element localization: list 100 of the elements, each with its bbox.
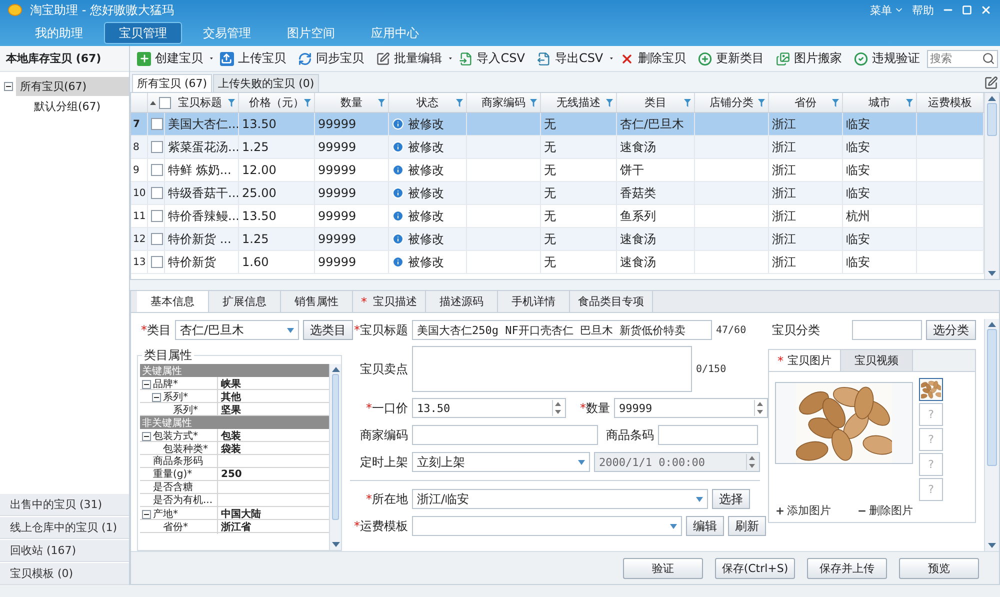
footer-button[interactable]: 保存并上传 xyxy=(807,558,887,578)
collapse-icon[interactable] xyxy=(142,432,151,440)
edit-icon[interactable] xyxy=(984,76,998,90)
close-icon[interactable] xyxy=(980,4,992,16)
column-header[interactable]: 状态 xyxy=(416,95,438,110)
scroll-thumb[interactable] xyxy=(332,374,340,520)
sort-icon[interactable] xyxy=(150,100,156,104)
filter-icon[interactable] xyxy=(684,98,691,106)
scroll-up-icon[interactable] xyxy=(988,321,996,327)
search-icon[interactable] xyxy=(982,52,996,65)
spinner-icon[interactable] xyxy=(747,454,757,470)
detail-tab[interactable]: 手机详情 xyxy=(498,291,570,312)
toolbar-button[interactable]: 创建宝贝 xyxy=(132,48,208,70)
checkbox[interactable] xyxy=(151,256,163,268)
checkbox[interactable] xyxy=(151,187,163,199)
category-dropdown[interactable]: 杏仁/巴旦木 xyxy=(175,320,299,340)
sidebar-item[interactable]: 回收站 (167) xyxy=(0,539,129,562)
detail-tab[interactable]: 销售属性 xyxy=(281,291,353,312)
collapse-icon[interactable] xyxy=(152,392,161,402)
price-field[interactable]: 13.50 xyxy=(413,402,552,414)
column-header[interactable]: 类目 xyxy=(644,95,666,110)
choose-button[interactable]: 选择 xyxy=(712,489,750,509)
tree-item[interactable]: 默认分组(67) xyxy=(30,96,129,116)
toolbar-button[interactable]: 违规验证 xyxy=(849,48,926,70)
filter-icon[interactable] xyxy=(530,98,537,106)
scrollbar[interactable] xyxy=(984,93,999,279)
scroll-up-icon[interactable] xyxy=(332,366,340,372)
toolbar-button[interactable]: 删除宝贝 xyxy=(615,48,692,70)
column-header[interactable]: 店铺分类 xyxy=(710,95,754,110)
column-header[interactable]: 宝贝标题 xyxy=(178,95,222,110)
merchant-code-field[interactable] xyxy=(412,425,598,445)
filter-icon[interactable] xyxy=(606,98,613,106)
search-field[interactable]: 搜索 xyxy=(930,52,982,65)
table-row[interactable]: 10 特级香菇干... 25.00 99999 被修改 无 香菇类 浙江 临安 xyxy=(131,182,984,205)
search-box[interactable]: 搜索 xyxy=(927,50,998,68)
datetime-spinner[interactable]: 2000/1/1 0:00:00 xyxy=(594,452,760,472)
barcode-field[interactable] xyxy=(658,425,758,445)
column-header[interactable]: 商家编码 xyxy=(482,95,526,110)
media-tab[interactable]: 宝贝视频 xyxy=(841,350,913,371)
nav-tab[interactable]: 宝贝管理 xyxy=(104,22,182,44)
checkbox[interactable] xyxy=(159,96,171,108)
shipping-button[interactable]: 刷新 xyxy=(728,516,766,536)
spinner-icon[interactable] xyxy=(755,400,765,416)
shipping-button[interactable]: 编辑 xyxy=(686,516,724,536)
filter-icon[interactable] xyxy=(228,98,235,106)
shop-category-field[interactable] xyxy=(852,320,922,340)
column-header[interactable]: 数量 xyxy=(340,95,362,110)
checkbox[interactable] xyxy=(151,210,163,222)
selling-points-field[interactable] xyxy=(412,346,692,392)
quantity-field[interactable]: 99999 xyxy=(615,402,754,414)
filter-icon[interactable] xyxy=(456,98,463,106)
quantity-spinner[interactable]: 99999 xyxy=(614,398,768,418)
detail-tab[interactable]: 基本信息 xyxy=(137,291,209,312)
toolbar-button[interactable]: 导入CSV xyxy=(454,48,530,70)
checkbox[interactable] xyxy=(151,164,163,176)
scroll-up-icon[interactable] xyxy=(988,95,996,101)
thumbnail[interactable] xyxy=(919,378,943,401)
scroll-thumb[interactable] xyxy=(987,103,997,136)
shipping-template-dropdown[interactable] xyxy=(412,516,682,536)
schedule-dropdown[interactable]: 立刻上架 xyxy=(412,452,590,472)
column-header[interactable]: 城市 xyxy=(868,95,890,110)
scroll-thumb[interactable] xyxy=(987,329,997,466)
add-image-button[interactable]: 添加图片 xyxy=(775,503,831,518)
toolbar-button[interactable]: 上传宝贝 xyxy=(214,48,291,70)
maximize-icon[interactable] xyxy=(962,5,972,15)
detail-tab[interactable]: 扩展信息 xyxy=(209,291,281,312)
table-row[interactable]: 11 特价香辣鳗... 13.50 99999 被修改 无 鱼系列 浙江 杭州 xyxy=(131,205,984,228)
list-tab[interactable]: 所有宝贝 (67) xyxy=(132,74,212,92)
column-header[interactable]: 运费模板 xyxy=(928,95,972,110)
sidebar-item[interactable]: 出售中的宝贝 (31) xyxy=(0,493,129,516)
scrollbar[interactable] xyxy=(984,319,999,551)
toolbar-button[interactable]: 同步宝贝 xyxy=(292,48,369,70)
choose-shop-category-button[interactable]: 选分类 xyxy=(926,320,976,340)
footer-button[interactable]: 保存(Ctrl+S) xyxy=(715,558,795,578)
collapse-icon[interactable] xyxy=(142,380,151,388)
column-header[interactable]: 无线描述 xyxy=(556,95,600,110)
tree-item[interactable]: 所有宝贝(67) xyxy=(16,76,129,96)
scroll-down-icon[interactable] xyxy=(332,542,340,548)
sidebar-item[interactable]: 宝贝模板 (0) xyxy=(0,562,129,585)
toolbar-button[interactable]: 批量编辑 xyxy=(370,48,447,70)
detail-tab[interactable]: 食品类目专项 xyxy=(570,291,653,312)
spinner-icon[interactable] xyxy=(553,400,563,416)
choose-category-button[interactable]: 选类目 xyxy=(303,320,353,340)
filter-icon[interactable] xyxy=(906,98,913,106)
location-dropdown[interactable]: 浙江/临安 xyxy=(412,489,708,509)
table-row[interactable]: 8 紫菜蛋花汤... 1.25 99999 被修改 无 速食汤 浙江 临安 xyxy=(131,136,984,159)
filter-icon[interactable] xyxy=(304,98,311,106)
list-tab[interactable]: 上传失败的宝贝 (0) xyxy=(213,74,320,92)
filter-icon[interactable] xyxy=(378,98,385,106)
filter-icon[interactable] xyxy=(758,98,765,106)
checkbox[interactable] xyxy=(151,233,163,245)
scroll-down-icon[interactable] xyxy=(988,271,996,277)
media-tab[interactable]: * 宝贝图片 xyxy=(769,350,841,371)
column-header[interactable]: 省份 xyxy=(794,95,816,110)
column-header[interactable]: 价格（元） xyxy=(249,95,304,110)
collapse-icon[interactable] xyxy=(4,82,13,90)
checkbox[interactable] xyxy=(151,118,163,130)
scrollbar[interactable] xyxy=(329,364,341,550)
table-row[interactable]: 12 特价新货 ... 1.25 99999 被修改 无 速食汤 浙江 临安 xyxy=(131,228,984,251)
price-spinner[interactable]: 13.50 xyxy=(412,398,566,418)
